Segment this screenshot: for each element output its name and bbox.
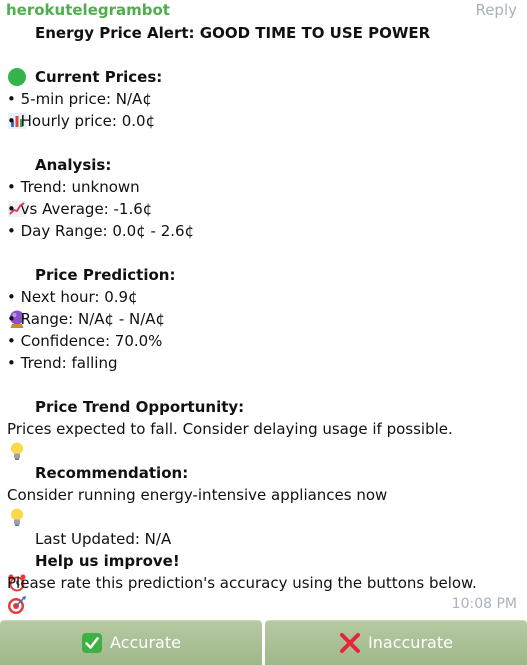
inline-keyboard: Accurate Inaccurate	[0, 620, 527, 665]
chart-increasing-icon	[7, 155, 27, 217]
current-prices-heading-line: Current Prices:	[7, 66, 521, 129]
last-updated-line: Last Updated: N/A	[7, 528, 521, 592]
current-prices-heading: Current Prices:	[35, 68, 163, 86]
crystal-ball-icon	[7, 265, 27, 328]
hourly-price: • Hourly price: 0.0¢	[7, 112, 156, 130]
five-min-price: • 5-min price: N/A¢	[7, 90, 152, 108]
inaccurate-button[interactable]: Inaccurate	[265, 620, 527, 665]
bar-chart-icon	[7, 67, 27, 129]
green-circle-icon	[7, 23, 27, 86]
recommendation-heading: Recommendation:	[35, 464, 189, 482]
reply-button[interactable]: Reply	[475, 1, 517, 19]
light-bulb-icon	[7, 397, 27, 460]
analysis-heading: Analysis:	[35, 156, 112, 174]
alarm-clock-icon	[7, 529, 27, 592]
prediction-heading-line: Price Prediction:	[7, 264, 521, 328]
help-heading-line: Help us improve!	[7, 550, 521, 614]
alert-title-line: Energy Price Alert: GOOD TIME TO USE POW…	[7, 22, 521, 86]
recommendation-heading-line: Recommendation:	[7, 462, 521, 526]
message-timestamp: 10:08 PM	[451, 596, 517, 612]
analysis-heading-line: Analysis:	[7, 154, 521, 217]
cross-mark-icon	[339, 632, 361, 654]
alert-title: Energy Price Alert: GOOD TIME TO USE POW…	[35, 24, 431, 42]
prediction-trend: • Trend: falling	[7, 354, 118, 372]
analysis-day-range: • Day Range: 0.0¢ - 2.6¢	[7, 222, 195, 240]
bot-message: herokutelegrambot Reply Energy Price Ale…	[0, 0, 527, 620]
message-header: herokutelegrambot Reply	[0, 0, 527, 22]
opportunity-heading-line: Price Trend Opportunity:	[7, 396, 521, 460]
help-text: Please rate this prediction's accuracy u…	[7, 574, 477, 592]
prediction-next-hour: • Next hour: 0.9¢	[7, 288, 138, 306]
help-heading: Help us improve!	[35, 552, 180, 570]
accurate-label: Accurate	[110, 633, 181, 652]
prediction-confidence: • Confidence: 70.0%	[7, 332, 163, 350]
last-updated: Last Updated: N/A	[35, 530, 172, 548]
analysis-vs-average: • vs Average: -1.6¢	[7, 200, 153, 218]
inaccurate-label: Inaccurate	[368, 633, 453, 652]
prediction-heading: Price Prediction:	[35, 266, 176, 284]
direct-hit-icon	[7, 551, 27, 614]
check-mark-button-icon	[81, 632, 103, 654]
recommendation-text: Consider running energy-intensive applia…	[7, 486, 388, 504]
accurate-button[interactable]: Accurate	[0, 620, 262, 665]
sender-name[interactable]: herokutelegrambot	[6, 1, 170, 19]
analysis-trend: • Trend: unknown	[7, 178, 140, 196]
opportunity-text: Prices expected to fall. Consider delayi…	[7, 420, 453, 438]
light-bulb-icon	[7, 463, 27, 526]
message-body: Energy Price Alert: GOOD TIME TO USE POW…	[7, 22, 521, 614]
opportunity-heading: Price Trend Opportunity:	[35, 398, 245, 416]
prediction-range: • Range: N/A¢ - N/A¢	[7, 310, 166, 328]
